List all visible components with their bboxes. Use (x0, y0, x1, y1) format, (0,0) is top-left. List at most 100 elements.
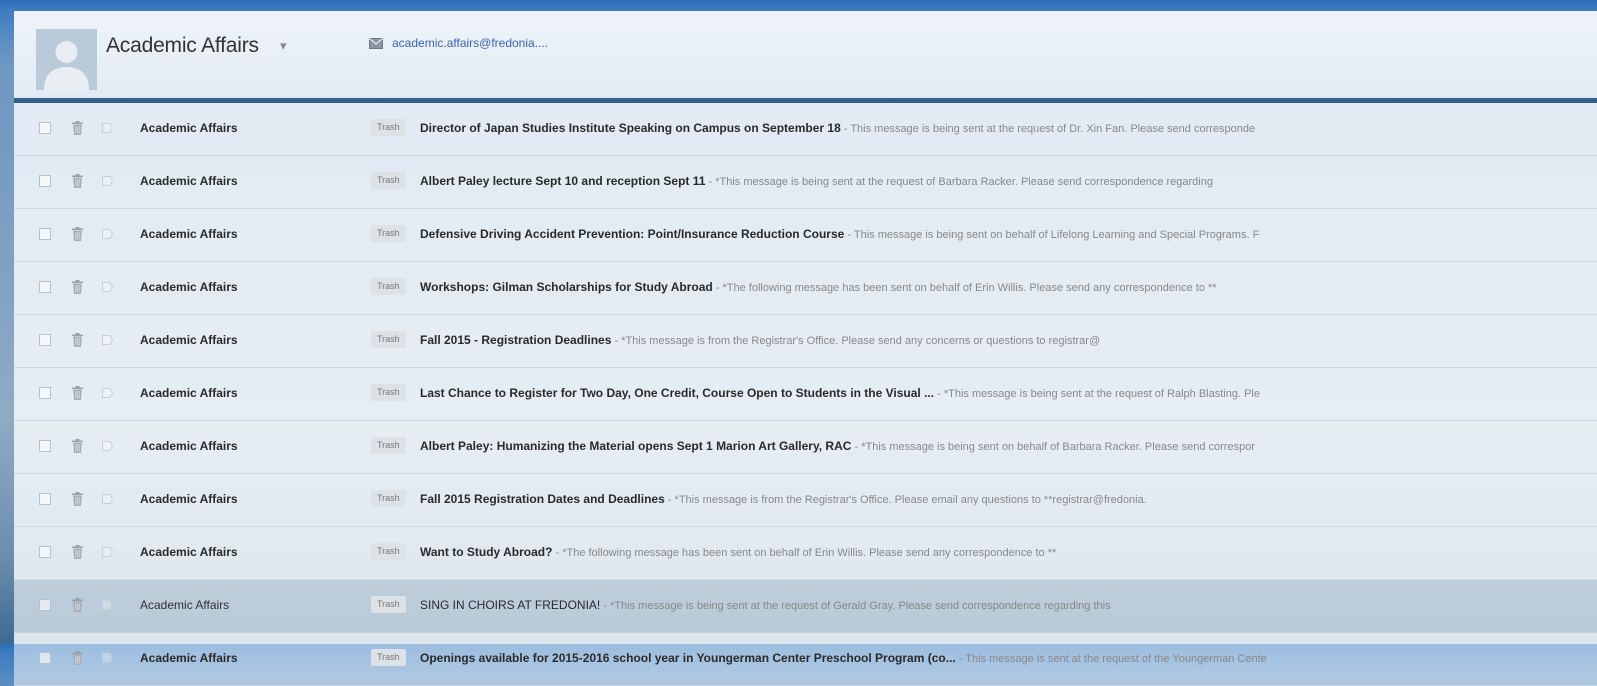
select-checkbox[interactable] (39, 493, 51, 505)
subject: Albert Paley: Humanizing the Material op… (420, 439, 852, 453)
sender-name[interactable]: Academic Affairs (106, 34, 259, 58)
snippet: - This message is being sent at the requ… (840, 123, 1256, 135)
message-preview: Last Chance to Register for Two Day, One… (420, 386, 1260, 400)
subject: Director of Japan Studies Institute Spea… (420, 121, 841, 135)
subject: Workshops: Gilman Scholarships for Study… (420, 280, 713, 294)
message-preview: Fall 2015 Registration Dates and Deadlin… (420, 492, 1147, 506)
conversation-panel: Academic Affairs ▾ academic.affairs@fred… (14, 11, 1597, 686)
email-row[interactable]: Academic Affairs Trash Fall 2015 Registr… (14, 474, 1597, 527)
snippet: - *This message is from the Registrar's … (664, 494, 1147, 506)
snippet: - *This message is from the Registrar's … (611, 335, 1101, 347)
trash-icon[interactable] (72, 598, 83, 612)
trash-label: Trash (371, 437, 406, 454)
select-checkbox[interactable] (39, 440, 51, 452)
email-row[interactable]: Academic Affairs Trash Director of Japan… (14, 103, 1597, 156)
sender: Academic Affairs (140, 492, 238, 506)
select-checkbox[interactable] (39, 334, 51, 346)
trash-label: Trash (371, 225, 406, 242)
subject: Albert Paley lecture Sept 10 and recepti… (420, 174, 706, 188)
select-checkbox[interactable] (39, 281, 51, 293)
email-row[interactable]: Academic Affairs Trash Openings availabl… (14, 633, 1597, 686)
email-row[interactable]: Academic Affairs Trash SING IN CHOIRS AT… (14, 580, 1597, 633)
message-preview: Workshops: Gilman Scholarships for Study… (420, 280, 1217, 294)
subject: SING IN CHOIRS AT FREDONIA! (420, 598, 601, 612)
importance-marker-icon[interactable] (102, 123, 113, 133)
select-checkbox[interactable] (39, 175, 51, 187)
envelope-icon (369, 38, 383, 49)
snippet: - This message is sent at the request of… (955, 653, 1267, 665)
trash-icon[interactable] (72, 439, 83, 453)
trash-icon[interactable] (72, 121, 83, 135)
importance-marker-icon[interactable] (102, 388, 113, 398)
importance-marker-icon[interactable] (102, 282, 113, 292)
importance-marker-icon[interactable] (102, 176, 113, 186)
select-checkbox[interactable] (39, 122, 51, 134)
sender: Academic Affairs (140, 386, 238, 400)
sender: Academic Affairs (140, 333, 238, 347)
select-checkbox[interactable] (39, 546, 51, 558)
message-preview: SING IN CHOIRS AT FREDONIA! - *This mess… (420, 598, 1111, 612)
email-row[interactable]: Academic Affairs Trash Albert Paley: Hum… (14, 421, 1597, 474)
trash-icon[interactable] (72, 227, 83, 241)
person-avatar-icon[interactable] (36, 29, 97, 90)
importance-marker-icon[interactable] (102, 494, 113, 504)
trash-icon[interactable] (72, 174, 83, 188)
snippet: - *This message is being sent at the req… (705, 176, 1213, 188)
importance-marker-icon[interactable] (102, 600, 113, 610)
select-checkbox[interactable] (39, 599, 51, 611)
message-preview: Albert Paley lecture Sept 10 and recepti… (420, 174, 1213, 188)
email-row[interactable]: Academic Affairs Trash Last Chance to Re… (14, 368, 1597, 421)
chevron-down-icon[interactable]: ▾ (280, 38, 287, 54)
snippet: - This message is being sent on behalf o… (844, 229, 1260, 241)
snippet: - *This message is being sent at the req… (934, 388, 1260, 400)
sender: Academic Affairs (140, 280, 238, 294)
message-preview: Openings available for 2015-2016 school … (420, 651, 1267, 665)
importance-marker-icon[interactable] (102, 547, 113, 557)
email-row[interactable]: Academic Affairs Trash Workshops: Gilman… (14, 262, 1597, 315)
importance-marker-icon[interactable] (102, 229, 113, 239)
sender: Academic Affairs (140, 121, 238, 135)
trash-icon[interactable] (72, 545, 83, 559)
sender-email-link[interactable]: academic.affairs@fredonia.... (392, 36, 548, 50)
email-row[interactable]: Academic Affairs Trash Albert Paley lect… (14, 156, 1597, 209)
trash-icon[interactable] (72, 651, 83, 665)
sender-header: Academic Affairs ▾ academic.affairs@fred… (14, 11, 1597, 103)
importance-marker-icon[interactable] (102, 441, 113, 451)
importance-marker-icon[interactable] (102, 653, 113, 663)
subject: Want to Study Abroad? (420, 545, 553, 559)
sender: Academic Affairs (140, 174, 238, 188)
snippet: - *This message is being sent on behalf … (851, 441, 1255, 453)
subject: Defensive Driving Accident Prevention: P… (420, 227, 845, 241)
sender: Academic Affairs (140, 598, 230, 612)
subject: Fall 2015 Registration Dates and Deadlin… (420, 492, 665, 506)
select-checkbox[interactable] (39, 228, 51, 240)
message-preview: Want to Study Abroad? - *The following m… (420, 545, 1056, 559)
trash-label: Trash (371, 384, 406, 401)
subject: Openings available for 2015-2016 school … (420, 651, 956, 665)
sender: Academic Affairs (140, 545, 238, 559)
select-checkbox[interactable] (39, 387, 51, 399)
trash-label: Trash (371, 649, 406, 666)
subject: Last Chance to Register for Two Day, One… (420, 386, 935, 400)
trash-icon[interactable] (72, 333, 83, 347)
select-checkbox[interactable] (39, 652, 51, 664)
email-row[interactable]: Academic Affairs Trash Want to Study Abr… (14, 527, 1597, 580)
trash-icon[interactable] (72, 492, 83, 506)
trash-label: Trash (371, 490, 406, 507)
trash-label: Trash (371, 543, 406, 560)
message-preview: Defensive Driving Accident Prevention: P… (420, 227, 1259, 241)
email-list: Academic Affairs Trash Director of Japan… (14, 103, 1597, 686)
importance-marker-icon[interactable] (102, 335, 113, 345)
trash-icon[interactable] (72, 386, 83, 400)
email-row[interactable]: Academic Affairs Trash Defensive Driving… (14, 209, 1597, 262)
trash-label: Trash (371, 172, 406, 189)
email-row[interactable]: Academic Affairs Trash Fall 2015 - Regis… (14, 315, 1597, 368)
trash-label: Trash (371, 278, 406, 295)
message-preview: Albert Paley: Humanizing the Material op… (420, 439, 1255, 453)
trash-icon[interactable] (72, 280, 83, 294)
sender: Academic Affairs (140, 439, 238, 453)
sender: Academic Affairs (140, 651, 238, 665)
snippet: - *The following message has been sent o… (552, 547, 1057, 559)
trash-label: Trash (371, 119, 406, 136)
snippet: - *This message is being sent at the req… (600, 600, 1111, 612)
